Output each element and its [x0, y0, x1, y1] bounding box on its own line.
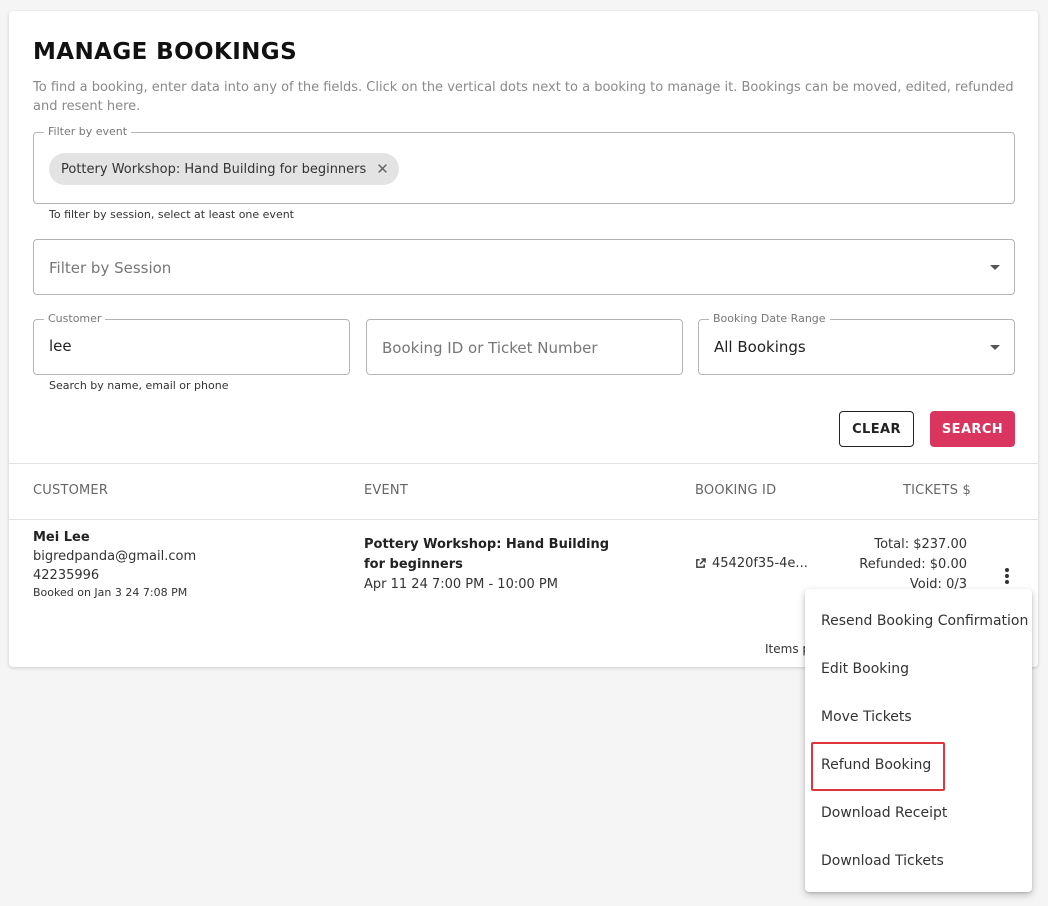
customer-helper: Search by name, email or phone [49, 379, 229, 392]
table-top-divider [9, 463, 1038, 464]
date-range-legend: Booking Date Range [709, 312, 830, 326]
column-header-booking-id: BOOKING ID [695, 483, 777, 498]
column-header-tickets: TICKETS $ [903, 483, 971, 498]
menu-item-download-tickets[interactable]: Download Tickets [805, 837, 1032, 885]
customer-phone: 42235996 [33, 568, 100, 583]
chevron-down-icon [990, 265, 1000, 270]
manage-bookings-card: MANAGE BOOKINGS To find a booking, enter… [9, 11, 1038, 667]
event-chip[interactable]: Pottery Workshop: Hand Building for begi… [49, 153, 399, 185]
event-cell: Pottery Workshop: Hand Building for begi… [364, 535, 634, 595]
refund-highlight-box [811, 742, 945, 791]
booking-id-placeholder: Booking ID or Ticket Number [382, 339, 598, 357]
event-date: Apr 11 24 7:00 PM - 10:00 PM [364, 577, 558, 592]
event-filter-legend: Filter by event [44, 125, 132, 139]
booking-id-link[interactable]: 45420f35-4e... [695, 556, 808, 571]
tickets-refunded: Refunded: $0.00 [859, 557, 967, 572]
customer-cell: Mei Lee bigredpanda@gmail.com 42235996 B… [33, 529, 196, 601]
menu-item-download-receipt[interactable]: Download Receipt [805, 789, 1032, 837]
event-chip-label: Pottery Workshop: Hand Building for begi… [61, 161, 367, 177]
tickets-cell: Total: $237.00 Refunded: $0.00 Void: 0/3 [807, 535, 967, 595]
page-title: MANAGE BOOKINGS [33, 39, 298, 65]
customer-email: bigredpanda@gmail.com [33, 549, 197, 564]
page-description: To find a booking, enter data into any o… [33, 80, 1014, 114]
header-divider [9, 519, 1038, 520]
booking-id-text: 45420f35-4e... [712, 556, 808, 571]
session-filter-select[interactable]: Filter by Session [33, 239, 1015, 295]
date-range-select[interactable]: Booking Date Range All Bookings [698, 312, 1015, 375]
booked-on: Booked on Jan 3 24 7:08 PM [33, 586, 188, 599]
customer-field[interactable]: Customer lee [33, 312, 350, 375]
menu-item-move-tickets[interactable]: Move Tickets [805, 693, 1032, 741]
column-header-event: EVENT [364, 483, 408, 498]
clear-button[interactable]: CLEAR [839, 411, 914, 447]
booking-actions-menu: Resend Booking Confirmation Edit Booking… [805, 589, 1032, 892]
close-icon[interactable]: ✕ [376, 161, 389, 177]
date-range-value: All Bookings [714, 338, 806, 356]
booking-id-field[interactable]: Booking ID or Ticket Number [366, 319, 683, 375]
chevron-down-icon [990, 345, 1000, 350]
customer-name: Mei Lee [33, 530, 90, 545]
menu-item-resend-confirmation[interactable]: Resend Booking Confirmation [805, 597, 1032, 645]
external-link-icon [696, 558, 706, 568]
event-filter-field[interactable]: Filter by event Pottery Workshop: Hand B… [33, 125, 1015, 204]
customer-legend: Customer [44, 312, 106, 326]
event-name: Pottery Workshop: Hand Building for begi… [364, 537, 610, 572]
event-filter-helper: To filter by session, select at least on… [49, 208, 294, 221]
more-vert-icon[interactable] [1002, 566, 1012, 586]
search-button[interactable]: SEARCH [930, 411, 1015, 447]
session-filter-placeholder: Filter by Session [49, 259, 172, 277]
customer-input[interactable]: lee [49, 337, 72, 355]
tickets-total: Total: $237.00 [874, 537, 967, 552]
column-header-customer: CUSTOMER [33, 483, 109, 498]
menu-item-edit-booking[interactable]: Edit Booking [805, 645, 1032, 693]
